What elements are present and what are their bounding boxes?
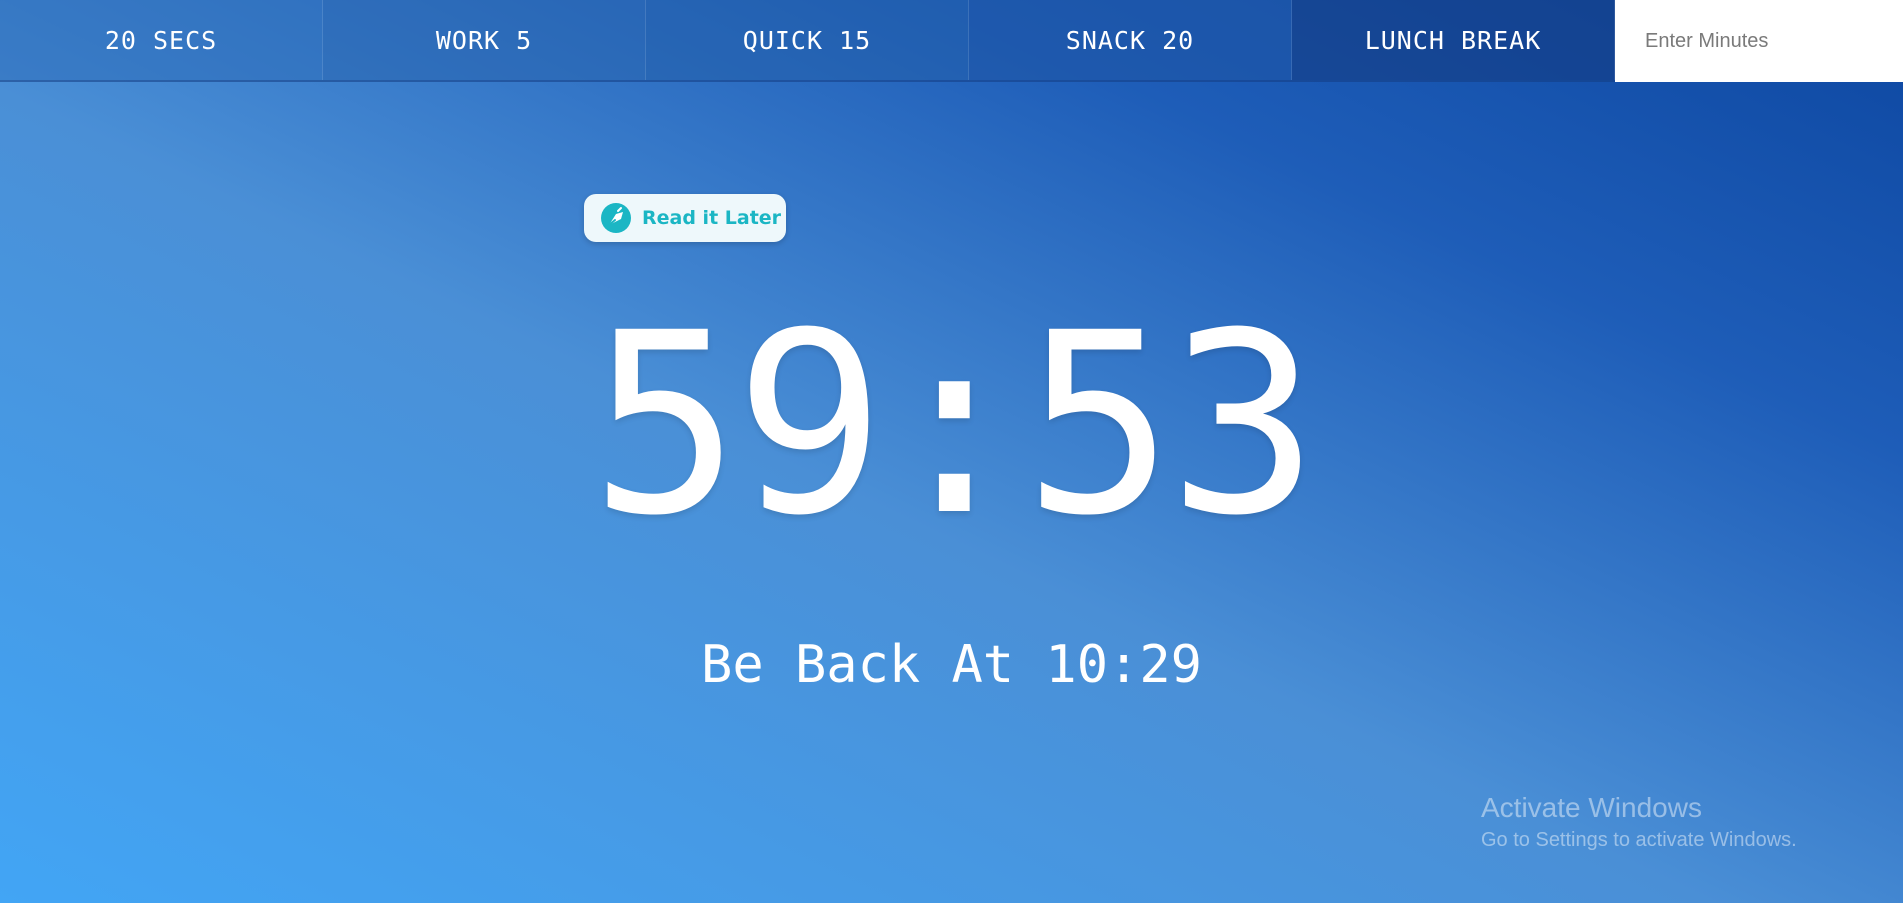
custom-minutes-input[interactable] — [1615, 0, 1903, 82]
activate-windows-subtitle: Go to Settings to activate Windows. — [1481, 829, 1797, 851]
preset-snack-20-button[interactable]: SNACK 20 — [969, 0, 1292, 80]
read-it-later-button[interactable]: Read it Later — [584, 194, 786, 242]
timer-preset-nav: 20 SECS WORK 5 QUICK 15 SNACK 20 LUNCH B… — [0, 0, 1903, 82]
preset-20-secs-button[interactable]: 20 SECS — [0, 0, 323, 80]
activate-windows-title: Activate Windows — [1481, 792, 1702, 823]
preset-quick-15-button[interactable]: QUICK 15 — [646, 0, 969, 80]
preset-work-5-button[interactable]: WORK 5 — [323, 0, 646, 80]
preset-lunch-break-button[interactable]: LUNCH BREAK — [1292, 0, 1615, 80]
read-it-later-label: Read it Later — [642, 207, 782, 229]
activate-windows-watermark: Activate Windows Go to Settings to activ… — [1481, 790, 1797, 854]
countdown-timer: 59:53 — [590, 279, 1319, 570]
be-back-time: Be Back At 10:29 — [701, 635, 1202, 695]
read-it-later-icon — [600, 202, 632, 234]
